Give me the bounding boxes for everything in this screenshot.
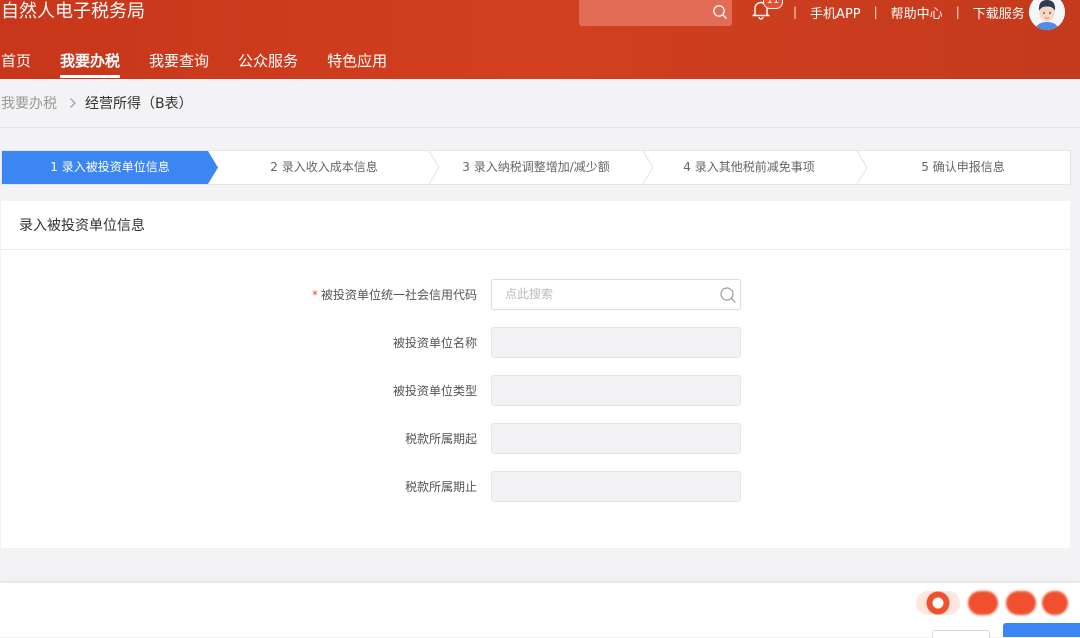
panel-title: 录入被投资单位信息: [19, 218, 145, 234]
credit-code-input[interactable]: [492, 280, 705, 307]
field-row-investee-type: 被投资单位类型: [1, 375, 1070, 407]
floating-service-button[interactable]: [968, 591, 998, 615]
step-3-label: 3 录入纳税调整增加/减少额: [462, 160, 610, 174]
link-separator: |: [793, 5, 798, 19]
period-start-label: 税款所属期起: [404, 432, 477, 446]
link-mobile-app[interactable]: 手机APP: [810, 3, 861, 22]
floating-service-button[interactable]: [916, 591, 960, 615]
chevron-right-icon: [70, 98, 76, 108]
bottom-action-bar: [0, 583, 1080, 637]
floating-service-button[interactable]: [1006, 591, 1036, 615]
step-1-label: 1 录入被投资单位信息: [50, 160, 170, 174]
link-help-center[interactable]: 帮助中心: [891, 3, 943, 22]
search-icon[interactable]: [712, 4, 728, 20]
investee-type-field: [491, 375, 741, 406]
investee-type-input: [492, 376, 705, 403]
link-separator: |: [873, 5, 878, 19]
credit-code-label: * 被投资单位统一社会信用代码: [312, 279, 477, 311]
link-separator: |: [955, 5, 960, 19]
step-5[interactable]: 5 确认申报信息: [856, 151, 1070, 184]
search-icon[interactable]: [719, 286, 737, 304]
panel-divider: [1, 249, 1070, 250]
floating-service-button[interactable]: [1042, 591, 1068, 615]
step-separator-3-4: [642, 151, 654, 184]
step-progress-bar: 1 录入被投资单位信息 2 录入收入成本信息 3 录入纳税调整增加/减少额 4 …: [1, 150, 1071, 185]
top-header: 自然人电子税务局 11 | 手机APP | 帮助中心 | 下载服务 首页 我要办…: [0, 0, 1080, 79]
investee-name-label: 被投资单位名称: [392, 336, 477, 350]
breadcrumb: 我要办税 经营所得（B表）: [1, 93, 193, 113]
top-links: | 手机APP | 帮助中心 | 下载服务: [780, 2, 1025, 22]
investee-name-field: [491, 327, 741, 358]
nav-item-public-service[interactable]: 公众服务: [238, 50, 298, 78]
step-4-label: 4 录入其他税前减免事项: [683, 160, 815, 174]
period-start-field: [491, 423, 741, 454]
step-2[interactable]: 2 录入收入成本信息: [218, 151, 430, 184]
step-separator-2-3: [428, 151, 440, 184]
breadcrumb-current: 经营所得（B表）: [85, 96, 193, 112]
nav-item-featured-apps[interactable]: 特色应用: [327, 50, 387, 78]
avatar-icon: [1029, 0, 1065, 30]
step-1[interactable]: 1 录入被投资单位信息: [2, 151, 218, 184]
period-end-input: [492, 472, 705, 499]
step-3[interactable]: 3 录入纳税调整增加/减少额: [430, 151, 642, 184]
link-download-service[interactable]: 下载服务: [973, 3, 1025, 22]
breadcrumb-divider: [0, 127, 1080, 128]
nav-item-tax-filing[interactable]: 我要办税: [60, 50, 121, 78]
required-star: *: [311, 288, 318, 302]
period-end-label: 税款所属期止: [404, 480, 477, 494]
avatar[interactable]: [1029, 0, 1065, 30]
step-separator-4-5: [856, 151, 868, 184]
primary-action-button[interactable]: [1003, 623, 1080, 637]
nav-item-query[interactable]: 我要查询: [149, 50, 209, 78]
field-row-period-start: 税款所属期起: [1, 423, 1070, 455]
investee-info-panel: 录入被投资单位信息 *被投资单位统一社会信用代码 被投资单位名称 被投资单位类型…: [1, 201, 1070, 548]
step-5-label: 5 确认申报信息: [921, 160, 1005, 174]
field-row-investee-name: 被投资单位名称: [1, 327, 1070, 359]
field-row-period-end: 税款所属期止: [1, 471, 1070, 503]
step-4[interactable]: 4 录入其他税前减免事项: [642, 151, 856, 184]
breadcrumb-parent[interactable]: 我要办税: [1, 93, 57, 113]
investee-type-label: 被投资单位类型: [392, 384, 477, 398]
period-start-input: [492, 424, 705, 451]
header-search-box[interactable]: [579, 0, 732, 26]
step-2-label: 2 录入收入成本信息: [270, 160, 378, 174]
nav-item-home[interactable]: 首页: [1, 50, 31, 78]
credit-code-label-text: 被投资单位统一社会信用代码: [320, 288, 477, 302]
credit-code-search-field[interactable]: [491, 279, 741, 310]
site-title: 自然人电子税务局: [1, 1, 145, 22]
field-row-credit-code: * 被投资单位统一社会信用代码: [1, 279, 1070, 311]
period-end-field: [491, 471, 741, 502]
main-nav: 首页 我要办税 我要查询 公众服务 特色应用: [1, 50, 416, 78]
investee-name-input: [492, 328, 705, 355]
